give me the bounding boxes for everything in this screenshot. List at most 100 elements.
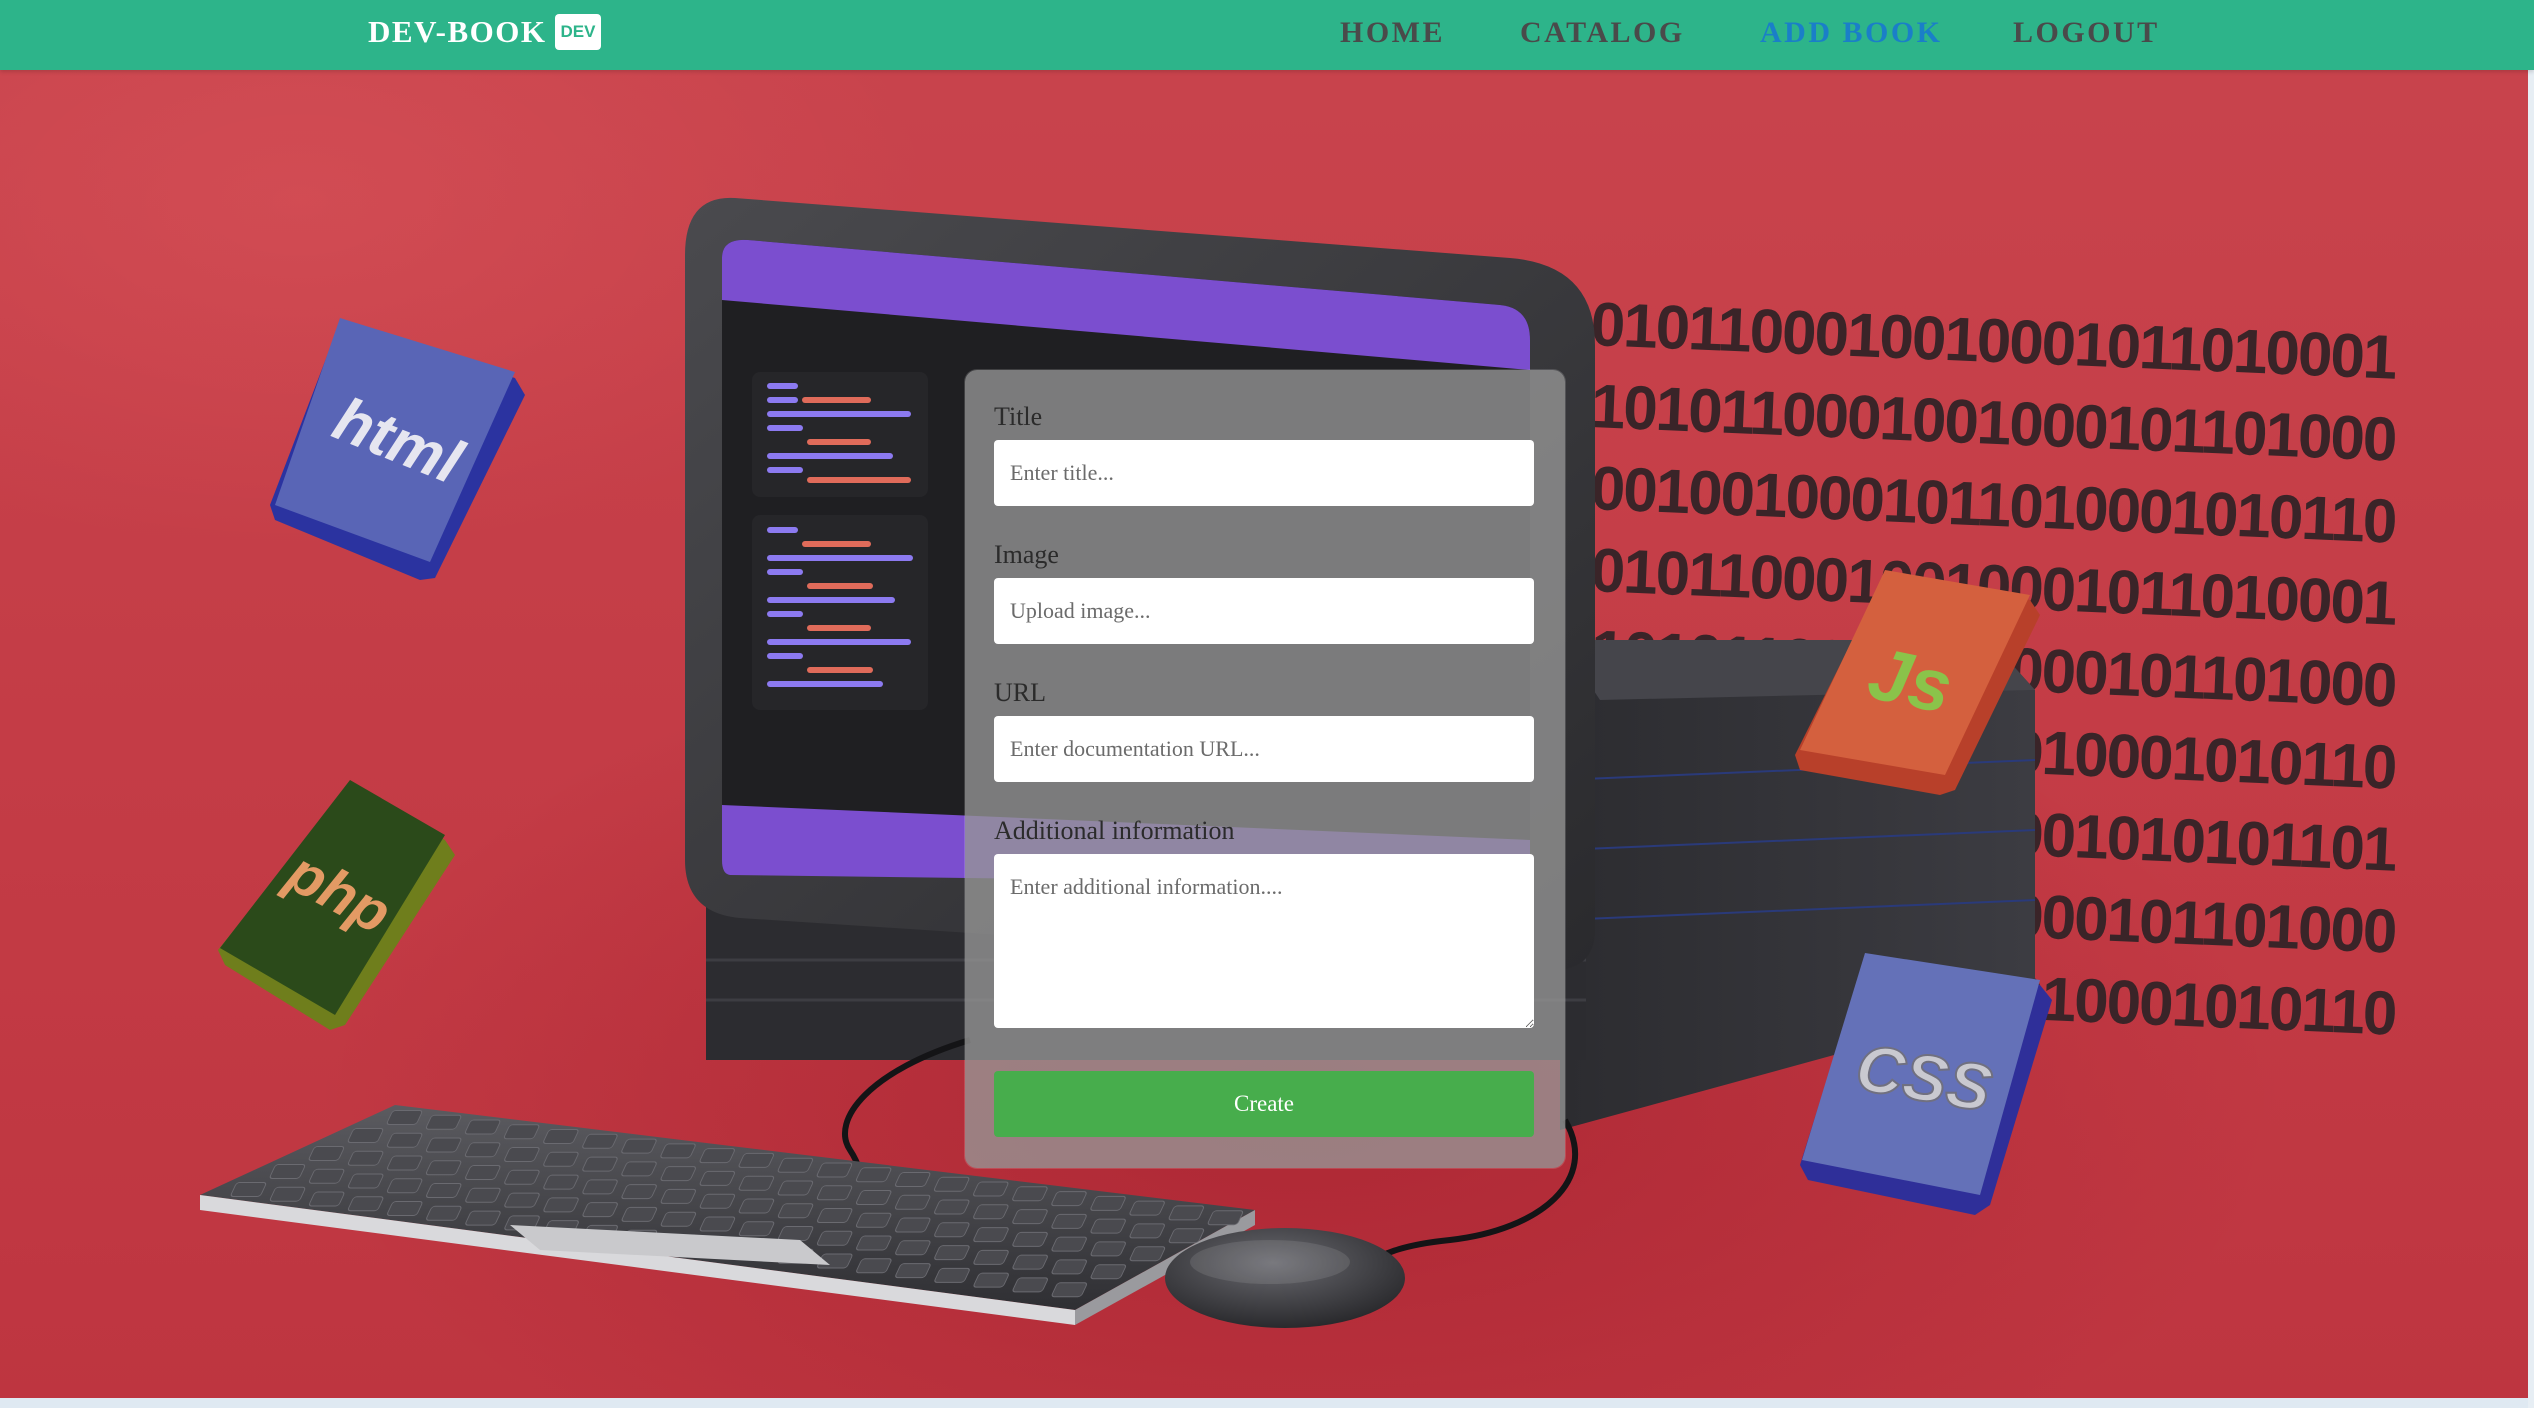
keyboard-key: [895, 1263, 931, 1279]
svg-text:Js: Js: [1861, 631, 1959, 729]
additional-info-textarea[interactable]: [994, 854, 1534, 1028]
image-label: Image: [994, 540, 1059, 569]
keyboard-key: [582, 1156, 618, 1172]
keyboard-key: [973, 1227, 1009, 1243]
html-cube-icon: html: [270, 318, 525, 580]
keyboard-key: [699, 1170, 736, 1186]
keyboard-key: [816, 1230, 853, 1246]
mouse: [1165, 1228, 1405, 1328]
keyboard-key: [973, 1181, 1009, 1197]
keyboard-key: [308, 1146, 345, 1161]
page-bottom-edge: [0, 1398, 2534, 1408]
keyboard-key: [308, 1191, 345, 1207]
keyboard-key: [1012, 1186, 1048, 1202]
keyboard-key: [347, 1150, 384, 1166]
keyboard-key: [777, 1180, 814, 1196]
keyboard-key: [660, 1211, 697, 1227]
keyboard-key: [1012, 1231, 1048, 1247]
keyboard-key: [347, 1173, 384, 1189]
keyboard-key: [543, 1129, 579, 1144]
keyboard-key: [1051, 1282, 1088, 1298]
keyboard-key: [855, 1167, 892, 1183]
keyboard-key: [582, 1202, 618, 1218]
keyboard-key: [504, 1192, 540, 1208]
create-button[interactable]: Create: [994, 1071, 1534, 1137]
keyboard-key: [973, 1204, 1009, 1220]
keyboard-key: [464, 1142, 501, 1158]
keyboard-key: [699, 1148, 735, 1164]
brand-logo-link[interactable]: DEV-BOOK DEV: [368, 14, 602, 50]
nav-add-book-link[interactable]: ADD BOOK: [1760, 16, 1943, 50]
keyboard-key: [660, 1188, 697, 1204]
keyboard-key: [699, 1216, 736, 1232]
keyboard-key: [308, 1168, 345, 1184]
keyboard-key: [465, 1165, 501, 1180]
keyboard-key: [894, 1172, 931, 1187]
keyboard-key: [1012, 1209, 1048, 1225]
keyboard-key: [269, 1164, 306, 1179]
keyboard-key: [621, 1184, 657, 1200]
brand-name: DEV-BOOK: [368, 14, 547, 49]
keyboard-key: [464, 1119, 501, 1135]
keyboard-key: [816, 1185, 853, 1201]
keyboard-key: [504, 1169, 540, 1185]
keyboard-key: [1012, 1254, 1048, 1270]
keyboard-key: [426, 1183, 462, 1198]
keyboard-key: [895, 1240, 931, 1256]
scrollbar-track: [2528, 0, 2534, 1408]
keyboard-key: [347, 1196, 384, 1212]
nav-catalog-link[interactable]: CATALOG: [1520, 16, 1685, 50]
keyboard-key: [777, 1157, 814, 1173]
keyboard-key: [386, 1155, 423, 1171]
url-input[interactable]: [994, 716, 1534, 782]
keyboard-key: [386, 1132, 423, 1148]
keyboard-key: [738, 1175, 775, 1191]
keyboard-key: [1051, 1259, 1087, 1275]
keyboard-key: [934, 1245, 970, 1261]
keyboard-key: [1090, 1241, 1126, 1257]
keyboard-key: [934, 1222, 970, 1238]
keyboard-key: [777, 1203, 814, 1219]
title-label: Title: [994, 402, 1043, 431]
keyboard-key: [543, 1197, 579, 1213]
keyboard-key: [1051, 1213, 1087, 1229]
keyboard-key: [973, 1272, 1009, 1288]
keyboard-key: [465, 1187, 501, 1203]
keyboard-key: [816, 1208, 853, 1223]
keyboard-key: [894, 1194, 931, 1210]
dev-badge-icon: DEV: [554, 14, 602, 50]
keyboard-key: [895, 1217, 931, 1233]
keyboard-key: [738, 1152, 775, 1168]
keyboard-key: [816, 1162, 853, 1178]
title-input[interactable]: [994, 440, 1534, 506]
nav-logout-link[interactable]: LOGOUT: [2013, 16, 2160, 50]
keyboard-key: [1090, 1195, 1126, 1211]
php-cube-icon: php: [218, 780, 455, 1030]
keyboard-key: [1090, 1218, 1126, 1234]
image-input[interactable]: [994, 578, 1534, 644]
keyboard-key: [621, 1161, 657, 1177]
keyboard-key: [1012, 1277, 1048, 1293]
keyboard-key: [1129, 1246, 1166, 1262]
nav-home-link[interactable]: HOME: [1340, 16, 1445, 50]
keyboard-key: [582, 1133, 618, 1149]
keyboard-key: [621, 1138, 657, 1154]
keyboard-key: [386, 1178, 423, 1194]
keyboard-key: [1207, 1210, 1244, 1226]
keyboard-key: [230, 1182, 267, 1197]
keyboard-key: [425, 1137, 462, 1153]
keyboard-key: [269, 1186, 306, 1202]
keyboard-key: [738, 1221, 775, 1237]
keyboard-key: [777, 1226, 814, 1241]
additional-info-label: Additional information: [994, 816, 1235, 845]
keyboard-key: [934, 1199, 970, 1215]
keyboard-key: [426, 1205, 462, 1221]
keyboard-key: [660, 1143, 696, 1159]
keyboard-key: [855, 1190, 892, 1205]
keyboard-key: [1129, 1200, 1165, 1216]
keyboard-key: [425, 1160, 462, 1176]
top-navbar: DEV-BOOK DEV HOME CATALOG ADD BOOK LOGOU…: [0, 0, 2534, 70]
keyboard-key: [582, 1179, 618, 1195]
keyboard-key: [973, 1249, 1009, 1265]
keyboard-key: [543, 1174, 579, 1190]
